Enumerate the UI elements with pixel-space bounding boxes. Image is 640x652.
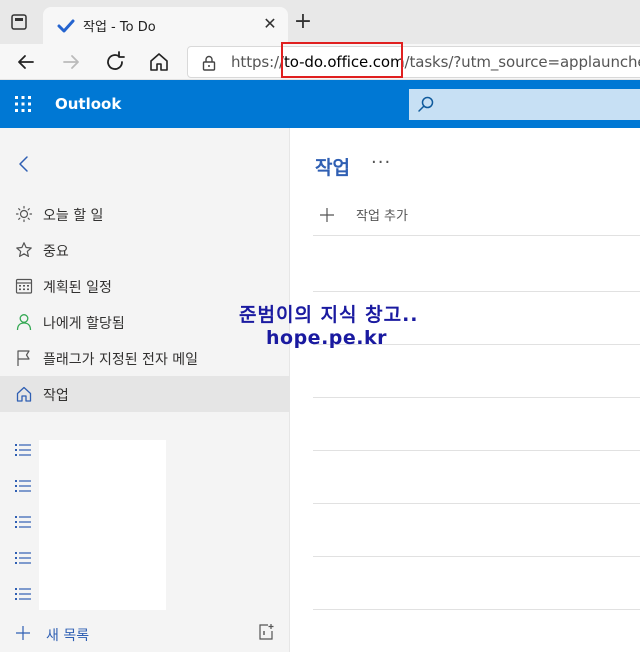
list-icon[interactable] [15, 443, 31, 457]
list-icon[interactable] [15, 515, 31, 529]
app-launcher-icon[interactable] [14, 95, 32, 113]
plus-icon [16, 626, 30, 640]
row-divider [313, 291, 640, 292]
list-icon[interactable] [15, 551, 31, 565]
sidebar-item-planned[interactable]: 계획된 일정 [0, 268, 290, 304]
new-list-button[interactable]: 새 목록 [0, 618, 290, 652]
person-icon [16, 314, 32, 331]
back-arrow-icon[interactable] [14, 50, 38, 74]
new-group-icon[interactable] [257, 623, 275, 641]
lock-icon[interactable] [202, 55, 216, 71]
row-divider [313, 503, 640, 504]
home-icon [16, 386, 32, 402]
app-name[interactable]: Outlook [55, 95, 121, 113]
row-divider [313, 397, 640, 398]
sidebar: 오늘 할 일 중요 계획된 일정 나에게 할당됨 플래그가 지정된 전자 메일 [0, 128, 290, 652]
add-task-placeholder: 작업 추가 [356, 209, 408, 224]
browser-toolbar: https://to-do.office.com/tasks/?utm_sour… [0, 44, 640, 80]
todo-check-icon [57, 19, 75, 33]
row-divider [313, 556, 640, 557]
close-tab-icon[interactable]: ✕ [262, 16, 278, 32]
search-input[interactable] [409, 89, 640, 120]
collapse-sidebar-icon[interactable] [14, 154, 34, 174]
sidebar-item-label: 계획된 일정 [43, 280, 112, 296]
sidebar-item-label: 나에게 할당됨 [43, 316, 125, 332]
app-header: Outlook [0, 80, 640, 128]
address-bar[interactable]: https://to-do.office.com/tasks/?utm_sour… [187, 46, 640, 78]
browser-tab[interactable]: 작업 - To Do ✕ [43, 7, 288, 44]
row-divider [313, 450, 640, 451]
task-list-panel: 작업 ··· 작업 추가 [291, 128, 640, 652]
tab-title: 작업 - To Do [83, 20, 156, 35]
url-path: /tasks/?utm_source=applauncher [404, 53, 640, 71]
sidebar-item-my-day[interactable]: 오늘 할 일 [0, 196, 290, 232]
sidebar-item-flagged[interactable]: 플래그가 지정된 전자 메일 [0, 340, 290, 376]
sidebar-item-label: 플래그가 지정된 전자 메일 [43, 352, 199, 368]
url-domain: to-do.office.com [283, 53, 405, 71]
flag-icon [17, 350, 30, 366]
sidebar-item-label: 작업 [43, 388, 69, 404]
refresh-icon[interactable] [103, 50, 127, 74]
row-divider [313, 609, 640, 610]
new-tab-button[interactable]: + [292, 11, 314, 34]
new-list-label: 새 목록 [46, 628, 90, 644]
sidebar-item-tasks[interactable]: 작업 [0, 376, 290, 412]
watermark-line1: 준범이의 지식 창고.. [239, 304, 419, 326]
forward-arrow-icon[interactable] [59, 50, 83, 74]
list-icon[interactable] [15, 587, 31, 601]
sidebar-item-important[interactable]: 중요 [0, 232, 290, 268]
url-text: https://to-do.office.com/tasks/?utm_sour… [231, 53, 640, 71]
watermark-line2: hope.pe.kr [266, 327, 387, 349]
add-task-input[interactable]: 작업 추가 [313, 198, 640, 236]
sun-icon [15, 205, 33, 223]
sidebar-item-label: 오늘 할 일 [43, 208, 104, 224]
home-icon[interactable] [147, 50, 171, 74]
plus-icon [320, 208, 334, 222]
list-icon[interactable] [15, 479, 31, 493]
url-scheme: https:// [231, 53, 284, 71]
sidebar-item-label: 중요 [43, 244, 69, 260]
redacted-list-names [39, 440, 166, 610]
star-icon [16, 242, 32, 257]
browser-tab-strip: 작업 - To Do ✕ + [0, 0, 640, 44]
more-options-button[interactable]: ··· [371, 152, 393, 174]
search-icon [418, 96, 434, 112]
page-title: 작업 [315, 157, 350, 179]
calendar-icon [15, 278, 33, 294]
tab-actions-icon[interactable] [10, 13, 28, 31]
